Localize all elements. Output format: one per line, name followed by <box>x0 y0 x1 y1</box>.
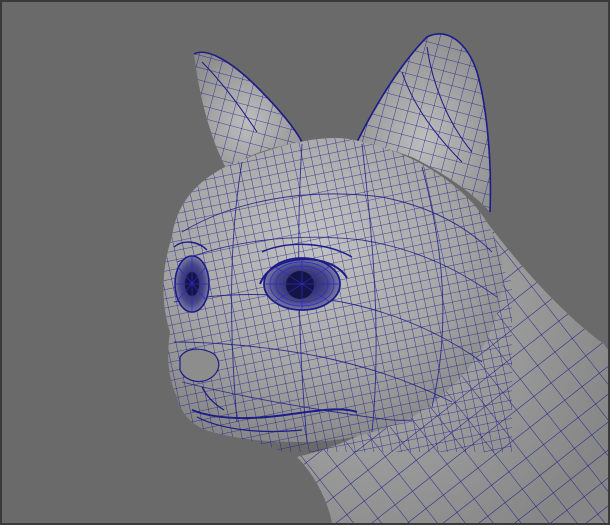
left-eye <box>174 255 210 313</box>
nose <box>179 348 220 383</box>
3d-viewport[interactable] <box>0 0 610 525</box>
cat-mesh-render[interactable] <box>2 2 608 523</box>
